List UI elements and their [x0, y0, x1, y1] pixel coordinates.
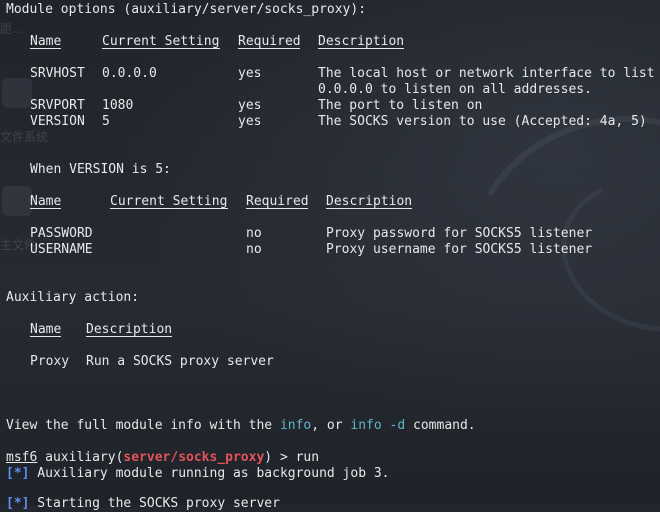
option-description: The port to listen on	[318, 98, 483, 113]
status-line: [*] Starting the SOCKS proxy server	[6, 496, 280, 512]
option-setting: 0.0.0.0	[102, 66, 157, 81]
table-row: SRVHOST 0.0.0.0 yes The local host or ne…	[6, 66, 655, 82]
info-hint-line: View the full module info with the info,…	[6, 418, 476, 434]
table-row: USERNAME no Proxy username for SOCKS5 li…	[6, 242, 592, 258]
option-description: Proxy password for SOCKS5 listener	[326, 226, 593, 241]
module-options-header: Module options (auxiliary/server/socks_p…	[6, 2, 367, 17]
version5-header: When VERSION is 5:	[30, 162, 171, 177]
option-name: SRVPORT	[30, 98, 85, 113]
table-row: SRVPORT 1080 yes The port to listen on	[6, 98, 482, 114]
status-line: [*] Auxiliary module running as backgrou…	[6, 466, 390, 482]
option-name: SRVHOST	[30, 66, 85, 81]
underline	[238, 48, 300, 49]
underline	[110, 208, 228, 209]
status-tag: [*]	[6, 496, 30, 511]
table-row: PASSWORD no Proxy password for SOCKS5 li…	[6, 226, 592, 242]
option-description: The SOCKS version to use (Accepted: 4a, …	[318, 114, 647, 129]
option-name: USERNAME	[30, 242, 93, 257]
underline	[326, 208, 412, 209]
underline	[246, 208, 308, 209]
info-hint-text: , or	[311, 418, 351, 433]
option-required: no	[246, 242, 262, 257]
option-name: VERSION	[30, 114, 85, 129]
console-name: msf6	[6, 450, 38, 465]
option-setting: 5	[102, 114, 110, 129]
option-setting: 1080	[102, 98, 134, 113]
info-hint-text: command.	[405, 418, 476, 433]
option-required: no	[246, 226, 262, 241]
action-description: Run a SOCKS proxy server	[86, 354, 274, 369]
underline	[30, 208, 61, 209]
option-name: PASSWORD	[30, 226, 93, 241]
entered-command: run	[295, 450, 320, 465]
auxiliary-action-header: Auxiliary action:	[6, 290, 140, 305]
table-row-continuation: 0.0.0.0 to listen on all addresses.	[6, 82, 592, 98]
command-prompt[interactable]: msf6 auxiliary(server/socks_proxy) > run	[6, 450, 319, 466]
info-hint-text: View the full module info with the	[6, 418, 280, 433]
underline	[86, 336, 172, 337]
status-tag: [*]	[6, 466, 30, 481]
info-command: info	[279, 418, 312, 433]
option-description: Proxy username for SOCKS5 listener	[326, 242, 593, 257]
option-description: 0.0.0.0 to listen on all addresses.	[318, 82, 592, 97]
action-name: Proxy	[30, 354, 70, 369]
info-d-command: info -d	[350, 418, 406, 433]
prompt-context: auxiliary(	[37, 450, 124, 465]
status-text: Auxiliary module running as background j…	[29, 466, 390, 481]
table-header-row: Name Description	[6, 322, 172, 338]
status-text: Starting the SOCKS proxy server	[29, 496, 280, 511]
underline	[30, 336, 61, 337]
table-header-row: Name Current Setting Required Descriptio…	[6, 194, 412, 210]
table-row: VERSION 5 yes The SOCKS version to use (…	[6, 114, 647, 130]
table-row: Proxy Run a SOCKS proxy server	[6, 354, 274, 370]
underline	[30, 48, 61, 49]
underline	[318, 48, 404, 49]
underline	[102, 48, 220, 49]
table-header-row: Name Current Setting Required Descriptio…	[6, 34, 404, 50]
option-required: yes	[238, 98, 262, 113]
module-name: server/socks_proxy	[123, 450, 265, 465]
prompt-context: ) >	[264, 450, 296, 465]
option-required: yes	[238, 66, 262, 81]
option-description: The local host or network interface to l…	[318, 66, 655, 81]
option-required: yes	[238, 114, 262, 129]
